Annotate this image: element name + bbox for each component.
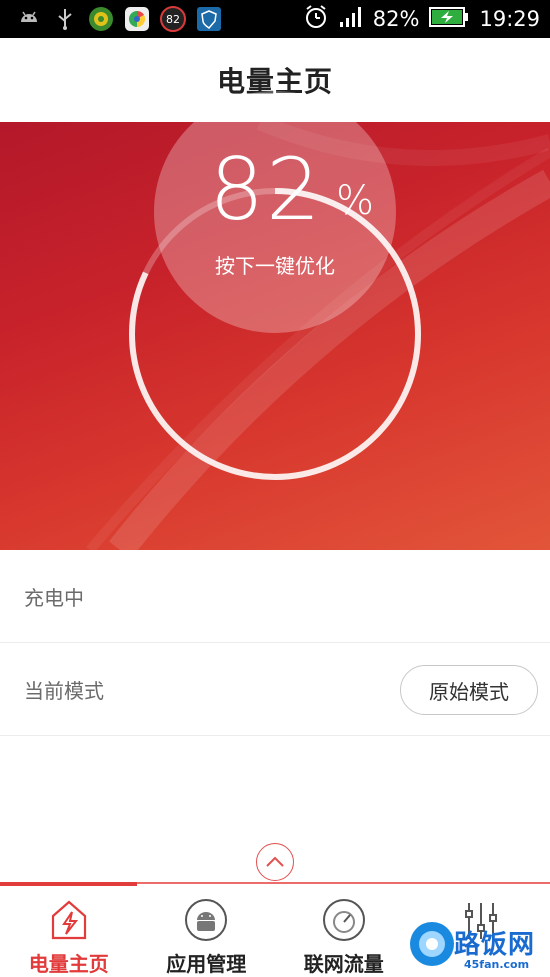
current-mode-label: 当前模式: [24, 678, 104, 703]
watermark-subtext: 45fan.com: [464, 958, 530, 971]
signal-icon: [339, 6, 363, 33]
status-bar: 82 82% 19:29: [0, 0, 550, 38]
nav-label-network-traffic: 联网流量: [303, 952, 384, 976]
expand-up-button[interactable]: [256, 843, 294, 881]
current-mode-row: 当前模式 原始模式: [0, 643, 550, 736]
android-app-icon: [183, 898, 229, 942]
nav-item-app-management[interactable]: 应用管理: [138, 886, 276, 977]
battery-level-value: 82: [209, 140, 323, 240]
system-status: 82% 19:29: [303, 0, 540, 38]
battery-charging-icon: [429, 5, 469, 34]
badge-82-icon: 82: [160, 6, 186, 32]
nav-label-battery-home: 电量主页: [28, 952, 109, 976]
speedometer-icon: [321, 898, 367, 942]
android-icon: [16, 6, 42, 32]
clock: 19:29: [479, 7, 540, 31]
app-icon-green: [88, 6, 114, 32]
watermark-text: 路饭网: [454, 930, 536, 960]
battery-percent: 82%: [372, 7, 420, 31]
charging-status-row: 充电中: [0, 550, 550, 643]
alarm-icon: [303, 4, 329, 35]
usb-icon: [52, 6, 78, 32]
optimize-hint: 按下一键优化: [215, 254, 335, 278]
chevron-up-icon: [266, 856, 284, 867]
charging-status-label: 充电中: [24, 585, 84, 610]
mode-button[interactable]: 原始模式: [400, 665, 538, 715]
nav-item-network-traffic[interactable]: 联网流量: [275, 886, 413, 977]
nav-item-battery-home[interactable]: 电量主页: [0, 886, 138, 977]
nav-label-app-management: 应用管理: [166, 952, 247, 976]
notification-icons: 82: [0, 6, 222, 32]
battery-level-unit: %: [336, 178, 375, 224]
shield-icon: [196, 6, 222, 32]
battery-home-icon: [46, 898, 92, 942]
chrome-icon: [124, 6, 150, 32]
